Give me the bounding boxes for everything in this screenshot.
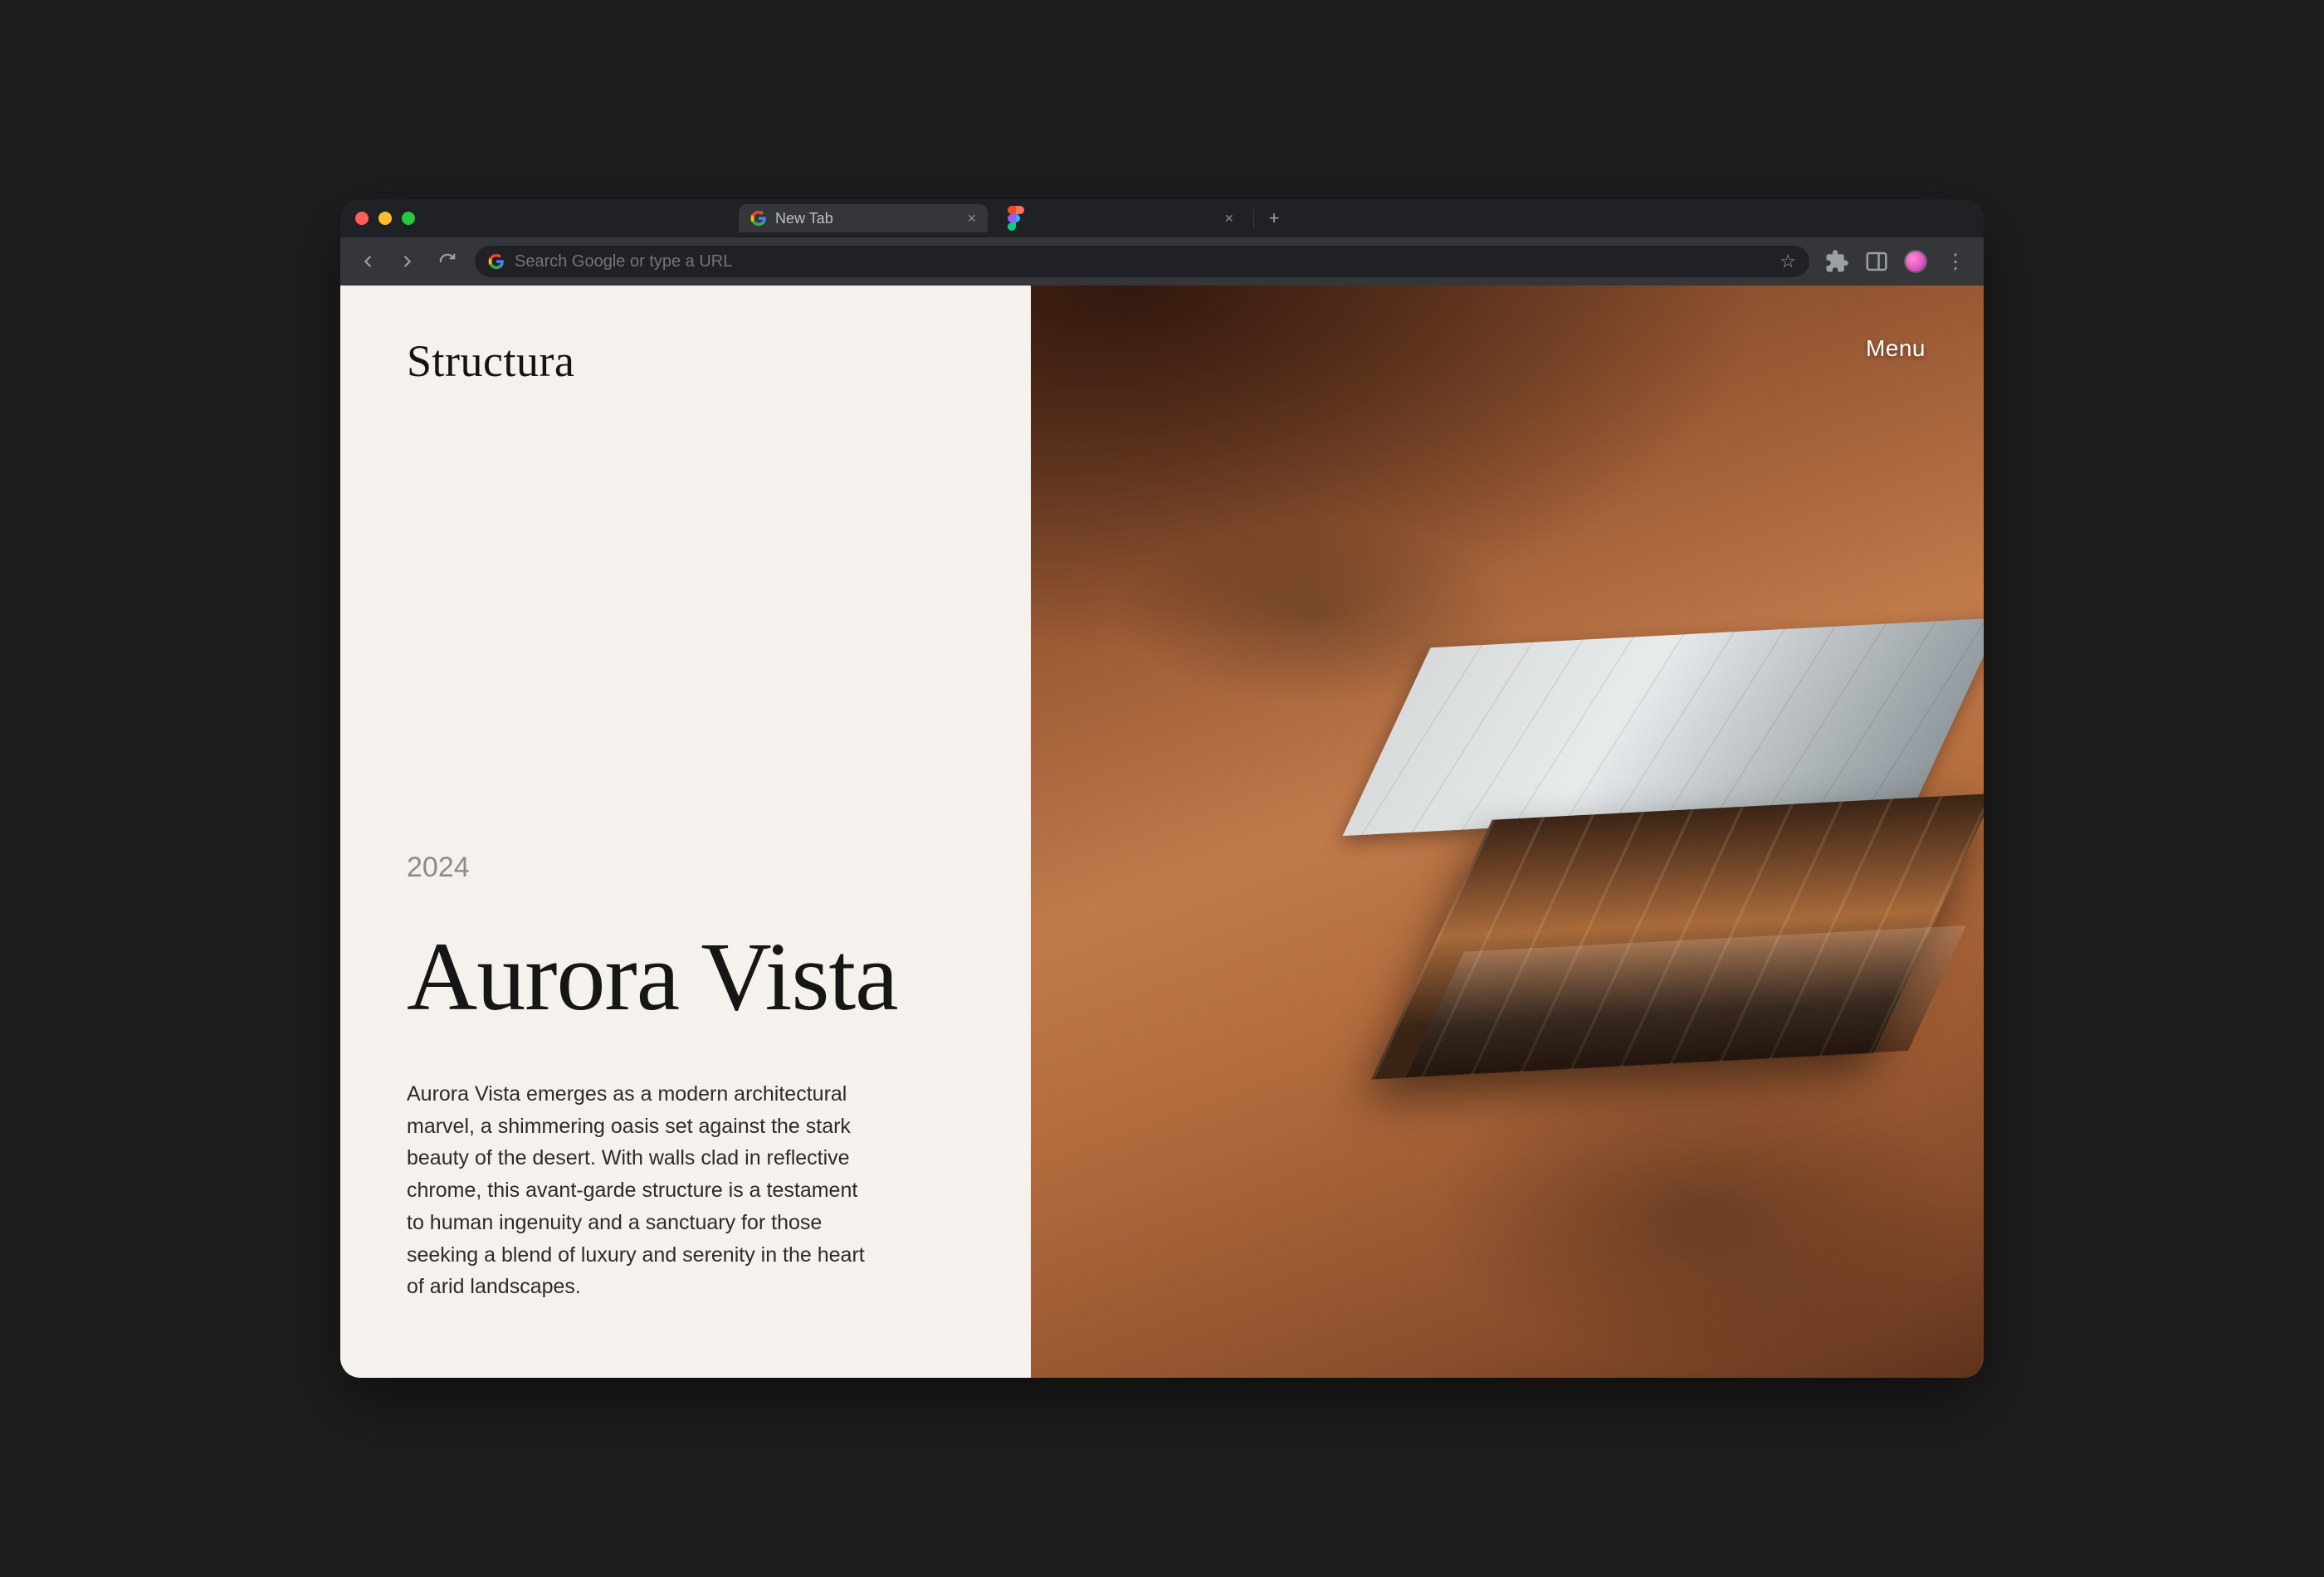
close-tab-icon[interactable]: × xyxy=(967,210,976,227)
omnibox[interactable]: ☆ xyxy=(475,246,1809,277)
tab-strip: New Tab × × + xyxy=(340,199,1984,237)
tab-divider xyxy=(1253,209,1254,227)
tab-label: New Tab xyxy=(775,210,833,227)
back-button[interactable] xyxy=(355,249,380,274)
hero-image: Menu xyxy=(1031,286,1984,1378)
google-favicon-icon xyxy=(750,210,767,227)
close-tab-icon[interactable]: × xyxy=(1224,210,1233,227)
info-panel: Structura 2024 Aurora Vista Aurora Vista… xyxy=(340,286,1031,1378)
figma-favicon-icon xyxy=(1008,210,1024,227)
google-icon xyxy=(488,253,505,270)
maximize-window-button[interactable] xyxy=(402,212,415,225)
window-controls xyxy=(355,212,415,225)
project-year: 2024 xyxy=(407,852,973,884)
page-content: Structura 2024 Aurora Vista Aurora Vista… xyxy=(340,286,1984,1378)
profile-avatar[interactable] xyxy=(1904,250,1927,273)
new-tab-button[interactable]: + xyxy=(1262,207,1286,230)
close-window-button[interactable] xyxy=(355,212,369,225)
browser-window: New Tab × × + xyxy=(340,199,1984,1378)
url-input[interactable] xyxy=(515,252,1770,271)
bookmark-star-icon[interactable]: ☆ xyxy=(1780,251,1796,272)
hero-scene xyxy=(1031,286,1984,1378)
forward-button[interactable] xyxy=(395,249,420,274)
minimize-window-button[interactable] xyxy=(378,212,392,225)
brand-logo[interactable]: Structura xyxy=(407,335,973,387)
chrome-menu-button[interactable]: ⋮ xyxy=(1942,250,1969,274)
extensions-button[interactable] xyxy=(1824,249,1849,274)
toolbar: ☆ ⋮ xyxy=(340,237,1984,286)
project-title: Aurora Vista xyxy=(407,925,973,1028)
tab-new-tab[interactable]: New Tab × xyxy=(739,204,988,232)
side-panel-button[interactable] xyxy=(1864,249,1889,274)
menu-button[interactable]: Menu xyxy=(1866,335,1926,362)
building-illustration xyxy=(1382,620,1976,1086)
project-description: Aurora Vista emerges as a modern archite… xyxy=(407,1078,872,1303)
reload-button[interactable] xyxy=(435,249,460,274)
tab-figma[interactable]: × xyxy=(996,204,1245,232)
